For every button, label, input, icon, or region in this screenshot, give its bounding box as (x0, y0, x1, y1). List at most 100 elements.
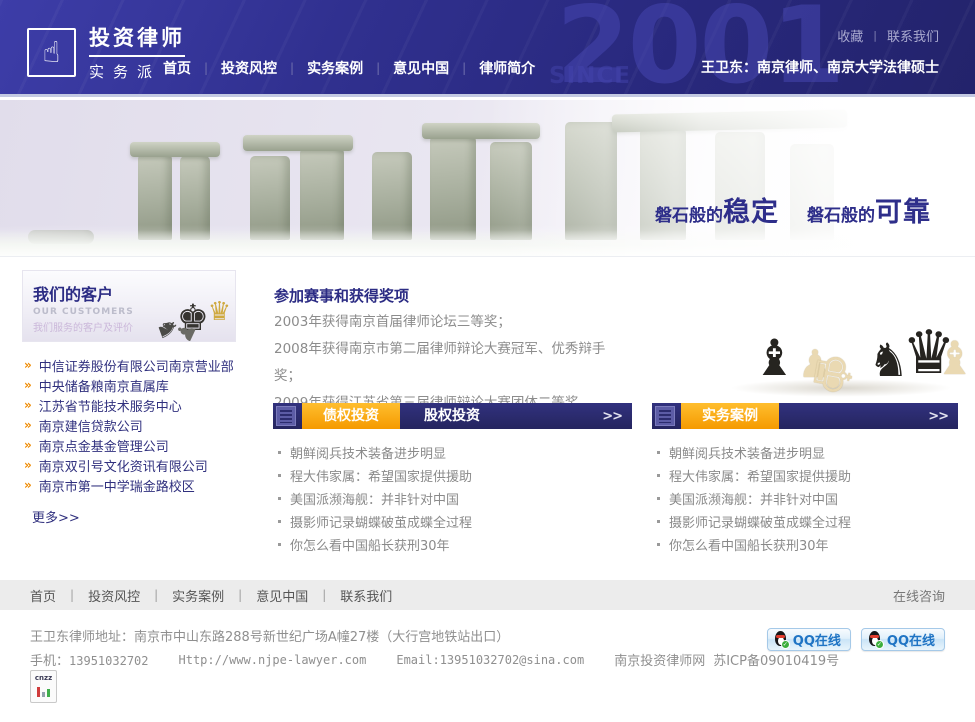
contact-line: 手机：13951032702 Http://www.njpe-lawyer.co… (30, 650, 877, 669)
square-bullet (657, 520, 660, 523)
news-item-link[interactable]: 美国派濒海舰：并非针对中国 (657, 487, 851, 510)
qq-online-button[interactable]: ✓ QQ在线 (767, 628, 851, 651)
logo-title: 投资律师 (89, 22, 185, 57)
qq-online-button[interactable]: ✓ QQ在线 (861, 628, 945, 651)
more-arrow-link[interactable]: >> (602, 409, 622, 424)
hand-glyph: ☝ (43, 35, 61, 69)
hero-banner: 磐石般的 稳定 磐石般的 可靠 (0, 100, 975, 257)
news-item-label: 摄影师记录蝴蝶破茧成蝶全过程 (669, 512, 851, 531)
client-item-link[interactable]: » 中信证券股份有限公司南京营业部 (24, 355, 234, 375)
footer-nav-opinion-china[interactable]: 意见中国 (256, 586, 308, 605)
tab-equity-investment[interactable]: 股权投资 (400, 403, 504, 429)
client-item-link[interactable]: »南京建信贷款公司 (24, 415, 234, 435)
black-queen-piece: ♛ (902, 323, 956, 383)
client-item-link[interactable]: » 南京市第一中学瑞金路校区 (24, 475, 234, 495)
qq-penguin-icon: ✓ (867, 631, 882, 648)
news-item-link[interactable]: 摄影师记录蝴蝶破茧成蝶全过程 (278, 510, 472, 533)
client-item-label: 中信证券股份有限公司南京营业部 (39, 356, 234, 375)
client-item-label: 南京市第一中学瑞金路校区 (39, 476, 195, 495)
footer-nav-separator: | (70, 588, 74, 602)
chess-mini-illustration: ♚ ♛ ♞ ♟ (155, 271, 235, 341)
fallen-white-king-piece: ♚ (804, 348, 861, 401)
arrow-bullet: » (24, 458, 32, 472)
nav-item-risk-control[interactable]: 投资风控 (221, 58, 277, 78)
client-item-link[interactable]: » 南京点金基金管理公司 (24, 435, 234, 455)
nav-item-opinion-china[interactable]: 意见中国 (393, 58, 449, 78)
tab-debt-investment[interactable]: 债权投资 (302, 403, 400, 429)
tab-practice-cases[interactable]: 实务案例 (681, 403, 779, 429)
news-item-link[interactable]: 美国派濒海舰：并非针对中国 (278, 487, 472, 510)
nav-separator: | (462, 61, 466, 75)
customers-header-text: 我们的客户 OUR CUSTOMERS 我们服务的客户及评价 (23, 271, 155, 341)
site-logo[interactable]: ☝ 投资律师 实务派 (27, 22, 185, 82)
client-item-link[interactable]: »江苏省节能技术服务中心 (24, 395, 234, 415)
footer-nav-separator: | (238, 588, 242, 602)
award-line: 2003年获得南京首届律师论坛三等奖； (274, 309, 632, 336)
more-arrow-link[interactable]: >> (928, 409, 948, 424)
arrow-bullet: » (24, 358, 32, 372)
client-item-label: 南京双引号文化资讯有限公司 (39, 456, 208, 475)
news-item-link[interactable]: 你怎么看中国船长获刑30年 (278, 533, 472, 556)
news-item-label: 摄影师记录蝴蝶破茧成蝶全过程 (290, 512, 472, 531)
nav-item-lawyer-profile[interactable]: 律师简介 (479, 58, 535, 78)
square-bullet (278, 497, 281, 500)
slogan-stability: 稳定 (723, 190, 779, 229)
footer-nav-home[interactable]: 首页 (30, 586, 56, 605)
bookmark-link[interactable]: 收藏 (837, 26, 863, 45)
online-consult-link[interactable]: 在线咨询 (893, 586, 945, 605)
news-item-label: 美国派濒海舰：并非针对中国 (290, 489, 459, 508)
square-bullet (278, 474, 281, 477)
address-line: 王卫东律师地址：南京市中山东路288号新世纪广场A幢27楼（大行宫地铁站出口） (30, 626, 509, 645)
list-icon (276, 406, 296, 426)
square-bullet (657, 543, 660, 546)
news-item-link[interactable]: 程大伟家属：希望国家提供援助 (657, 464, 851, 487)
arrow-bullet: » (24, 438, 32, 452)
square-bullet (278, 520, 281, 523)
website-link[interactable]: Http://www.njpe-lawyer.com (179, 653, 367, 667)
news-item-link[interactable]: 朝鲜阅兵技术装备进步明显 (278, 441, 472, 464)
main-content: 我们的客户 OUR CUSTOMERS 我们服务的客户及评价 ♚ ♛ ♞ ♟ »… (0, 257, 975, 580)
awards-title: 参加赛事和获得奖项 (274, 285, 409, 306)
mini-gold-queen-piece: ♛ (208, 297, 231, 327)
customers-subtitle-cn: 我们服务的客户及评价 (33, 319, 155, 334)
icp-line: 南京投资律师网苏ICP备09010419号 (614, 650, 847, 669)
square-bullet (657, 497, 660, 500)
news-item-link[interactable]: 摄影师记录蝴蝶破茧成蝶全过程 (657, 510, 851, 533)
cnzz-stats-badge[interactable]: cnzz (30, 670, 57, 703)
slogan-reliability: 可靠 (875, 190, 931, 229)
footer-nav-separator: | (322, 588, 326, 602)
client-item-link[interactable]: »中央储备粮南京直属库 (24, 375, 234, 395)
cases-news-list: 朝鲜阅兵技术装备进步明显 程大伟家属：希望国家提供援助 美国派濒海舰：并非针对中… (657, 441, 851, 556)
footer-info: 王卫东律师地址：南京市中山东路288号新世纪广场A幢27楼（大行宫地铁站出口） … (0, 610, 975, 722)
mobile-value: 13951032702 (69, 654, 148, 668)
since-label-watermark: SINCE (549, 63, 631, 89)
client-item-link[interactable]: » 南京双引号文化资讯有限公司 (24, 455, 234, 475)
hero-slogan: 磐石般的 稳定 磐石般的 可靠 (655, 190, 931, 229)
icp-number: 苏ICP备09010419号 (713, 654, 839, 669)
email-link[interactable]: Email:13951032702@sina.com (396, 653, 584, 667)
news-item-link[interactable]: 你怎么看中国船长获刑30年 (657, 533, 851, 556)
check-icon: ✓ (781, 640, 790, 649)
nav-item-practice-cases[interactable]: 实务案例 (307, 58, 363, 78)
check-icon: ✓ (875, 640, 884, 649)
contact-us-link[interactable]: 联系我们 (887, 26, 939, 45)
practice-cases-tabbar: 实务案例 >> (652, 403, 958, 429)
news-item-link[interactable]: 朝鲜阅兵技术装备进步明显 (657, 441, 851, 464)
news-item-link[interactable]: 程大伟家属：希望国家提供援助 (278, 464, 472, 487)
customers-more-link[interactable]: 更多>> (32, 507, 80, 526)
qq-buttons: ✓ QQ在线 ✓ QQ在线 (767, 628, 945, 651)
footer-nav-separator: | (154, 588, 158, 602)
award-line: 2008年获得南京市第二届律师辩论大赛冠军、优秀辩手奖； (274, 336, 632, 390)
hand-logo-icon: ☝ (27, 28, 76, 77)
news-item-label: 程大伟家属：希望国家提供援助 (290, 466, 472, 485)
footer-nav-risk-control[interactable]: 投资风控 (88, 586, 140, 605)
nav-item-home[interactable]: 首页 (163, 58, 191, 78)
news-item-label: 朝鲜阅兵技术装备进步明显 (290, 443, 446, 462)
news-item-label: 美国派濒海舰：并非针对中国 (669, 489, 838, 508)
footer-nav-bar: 首页 | 投资风控 | 实务案例 | 意见中国 | 联系我们 在线咨询 (0, 580, 975, 610)
arrow-bullet: » (24, 478, 32, 492)
footer-nav-practice-cases[interactable]: 实务案例 (172, 586, 224, 605)
client-item-label: 南京点金基金管理公司 (39, 436, 169, 455)
qq-penguin-icon: ✓ (773, 631, 788, 648)
footer-nav-contact-us[interactable]: 联系我们 (340, 586, 392, 605)
